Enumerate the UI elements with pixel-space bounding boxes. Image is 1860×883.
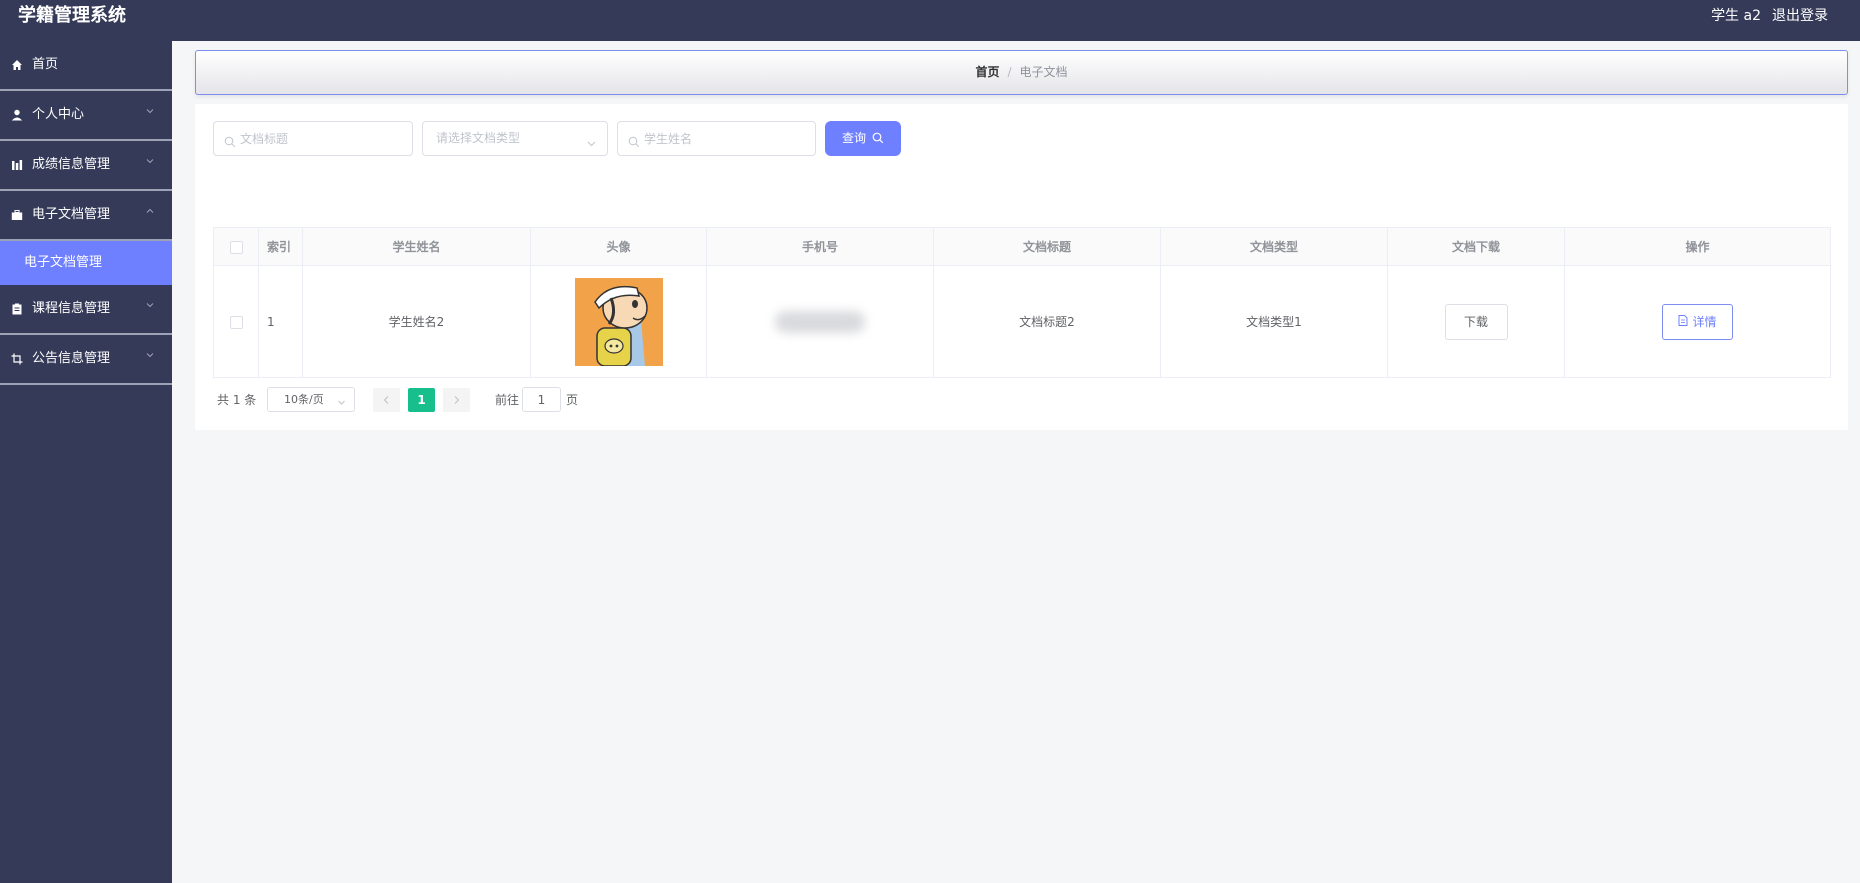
row-select-cell	[213, 265, 259, 378]
current-user-label: 学生 a2	[1711, 8, 1761, 24]
doc-title-input[interactable]	[240, 122, 404, 155]
table-row: 1 学生姓名2 文档标题2 文档类型1 下载 详情	[213, 265, 1831, 378]
document-table: 索引 学生姓名 头像 手机号 文档标题 文档类型 文档下载 操作 1 学生姓名2	[213, 227, 1831, 378]
select-all-cell	[213, 227, 259, 266]
sidebar-item-documents[interactable]: 电子文档管理	[0, 191, 172, 241]
sidebar: 首页 个人中心 成绩信息管理 电子文档管理 电子文档管理 课程信息管理 公告信息…	[0, 41, 172, 883]
chevron-down-icon	[144, 349, 156, 361]
page-suffix-label: 页	[566, 393, 579, 407]
pagination-total: 共 1 条	[217, 393, 257, 407]
student-name-search	[617, 121, 816, 156]
column-header: 学生姓名	[302, 227, 531, 266]
sidebar-item-label: 公告信息管理	[32, 351, 111, 366]
document-icon	[1678, 314, 1688, 329]
chevron-down-icon	[144, 105, 156, 117]
query-button-label: 查询	[842, 131, 867, 145]
search-icon	[628, 133, 640, 148]
actions-cell: 详情	[1564, 265, 1831, 378]
chevron-left-icon	[383, 396, 389, 404]
app-title: 学籍管理系统	[18, 5, 126, 26]
prev-page-button[interactable]	[373, 388, 400, 412]
breadcrumb-current: 电子文档	[1019, 65, 1068, 79]
sidebar-item-label: 首页	[32, 57, 59, 72]
student-name-input[interactable]	[644, 122, 807, 155]
sidebar-item-personal-center[interactable]: 个人中心	[0, 91, 172, 141]
row-checkbox[interactable]	[229, 315, 243, 329]
doc-title-search	[213, 121, 413, 156]
breadcrumb-separator: /	[1007, 65, 1012, 79]
chevron-down-icon	[144, 299, 156, 311]
page-number-current[interactable]: 1	[408, 388, 435, 412]
detail-button-label: 详情	[1692, 315, 1717, 329]
chevron-up-icon	[144, 205, 156, 217]
chevron-down-icon	[337, 396, 346, 405]
avatar-cell	[530, 265, 707, 378]
page-size-value: 10条/页	[284, 393, 324, 406]
phone-cell	[706, 265, 934, 378]
column-header: 头像	[530, 227, 707, 266]
sidebar-item-courses[interactable]: 课程信息管理	[0, 285, 172, 335]
download-cell: 下载	[1387, 265, 1565, 378]
chevron-right-icon	[454, 396, 460, 404]
column-header: 手机号	[706, 227, 934, 266]
column-header: 操作	[1564, 227, 1831, 266]
sidebar-item-notices[interactable]: 公告信息管理	[0, 335, 172, 385]
user-icon	[10, 108, 23, 121]
sidebar-item-label: 电子文档管理	[32, 207, 111, 222]
row-index: 1	[258, 265, 303, 378]
column-header: 文档标题	[933, 227, 1161, 266]
goto-label: 前往	[495, 393, 520, 407]
doc-type-cell: 文档类型1	[1160, 265, 1388, 378]
sidebar-item-label: 成绩信息管理	[32, 157, 111, 172]
detail-button[interactable]: 详情	[1662, 303, 1733, 340]
column-header: 文档下载	[1387, 227, 1565, 266]
chevron-down-icon	[586, 134, 597, 147]
clipboard-icon	[10, 302, 23, 315]
column-header: 索引	[258, 227, 303, 266]
goto-page-input[interactable]	[522, 387, 561, 412]
doc-type-placeholder: 请选择文档类型	[436, 131, 521, 145]
page-size-select[interactable]: 10条/页	[267, 387, 355, 412]
search-icon	[872, 132, 884, 144]
sidebar-item-label: 课程信息管理	[32, 301, 111, 316]
sidebar-subitem-documents[interactable]: 电子文档管理	[0, 241, 172, 285]
breadcrumb: 首页 / 电子文档	[195, 50, 1848, 95]
table-header-row: 索引 学生姓名 头像 手机号 文档标题 文档类型 文档下载 操作	[213, 227, 1831, 266]
next-page-button[interactable]	[443, 388, 470, 412]
briefcase-icon	[10, 208, 23, 221]
crop-icon	[10, 352, 23, 365]
sidebar-item-label: 个人中心	[32, 107, 85, 122]
select-all-checkbox[interactable]	[229, 240, 243, 254]
chart-bar-icon	[10, 158, 23, 171]
search-icon	[224, 133, 236, 148]
sidebar-item-home[interactable]: 首页	[0, 41, 172, 91]
avatar	[574, 277, 663, 367]
logout-link[interactable]: 退出登录	[1772, 6, 1828, 26]
doc-type-select[interactable]: 请选择文档类型	[422, 121, 608, 156]
doc-title-cell: 文档标题2	[933, 265, 1161, 378]
home-icon	[10, 58, 23, 71]
column-header: 文档类型	[1160, 227, 1388, 266]
sidebar-item-grades[interactable]: 成绩信息管理	[0, 141, 172, 191]
query-button[interactable]: 查询	[825, 121, 901, 156]
chevron-down-icon	[144, 155, 156, 167]
download-button[interactable]: 下载	[1444, 303, 1508, 340]
top-bar: 学籍管理系统 学生 a2 退出登录	[0, 0, 1860, 41]
student-name-cell: 学生姓名2	[302, 265, 531, 378]
phone-value	[775, 310, 865, 333]
breadcrumb-home[interactable]: 首页	[975, 65, 999, 79]
